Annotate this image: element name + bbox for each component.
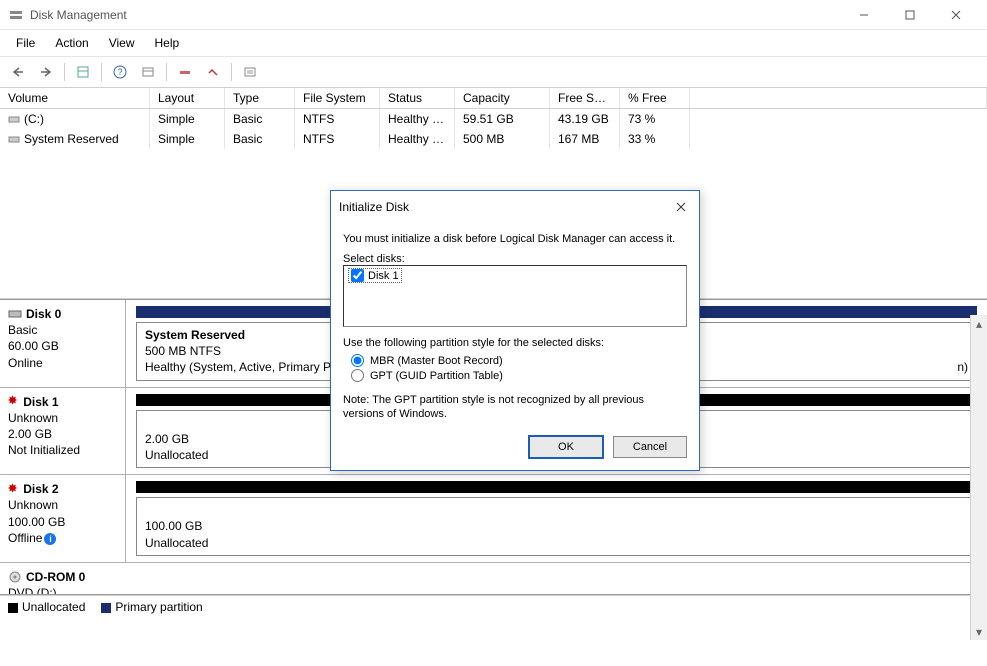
close-button[interactable] [933, 0, 979, 30]
partition-bar-segment[interactable] [136, 481, 977, 493]
menu-view[interactable]: View [101, 32, 143, 54]
col-type[interactable]: Type [225, 88, 295, 108]
back-button[interactable] [6, 61, 30, 83]
menu-file[interactable]: File [8, 32, 43, 54]
help-icon[interactable]: ? [108, 61, 132, 83]
toolbar-icon-4[interactable] [173, 61, 197, 83]
forward-button[interactable] [34, 61, 58, 83]
vertical-scrollbar[interactable]: ▴ ▾ [970, 315, 987, 640]
toolbar: ? [0, 57, 987, 88]
col-layout[interactable]: Layout [150, 88, 225, 108]
dialog-close-button[interactable] [671, 197, 691, 217]
menu-help[interactable]: Help [147, 32, 188, 54]
disk-checkbox[interactable] [351, 269, 364, 282]
volume-row[interactable]: (C:) Simple Basic NTFS Healthy (B... 59.… [0, 109, 987, 129]
app-icon [8, 7, 24, 23]
volume-list-header: Volume Layout Type File System Status Ca… [0, 88, 987, 109]
legend: Unallocated Primary partition [0, 595, 987, 618]
titlebar: Disk Management [0, 0, 987, 30]
warning-icon: ✸ [8, 394, 17, 409]
toolbar-view-icon[interactable] [71, 61, 95, 83]
mbr-radio-row[interactable]: MBR (Master Boot Record) [343, 353, 687, 368]
volume-name: (C:) [24, 112, 44, 126]
disk-select-list[interactable]: Disk 1 [343, 265, 687, 327]
disk-info: ✸Disk 1 Unknown 2.00 GB Not Initialized [0, 388, 126, 475]
col-capacity[interactable]: Capacity [455, 88, 550, 108]
cancel-button[interactable]: Cancel [613, 436, 687, 458]
disk-info: ✸Disk 2 Unknown 100.00 GB Offlinei [0, 475, 126, 562]
scroll-down-icon[interactable]: ▾ [971, 623, 987, 640]
ok-button[interactable]: OK [529, 436, 603, 458]
toolbar-icon-3[interactable] [136, 61, 160, 83]
volume-name: System Reserved [24, 132, 119, 146]
disk-info: Disk 0 Basic 60.00 GB Online [0, 300, 126, 387]
mbr-radio[interactable] [351, 354, 364, 367]
gpt-radio-row[interactable]: GPT (GUID Partition Table) [343, 368, 687, 383]
toolbar-icon-5[interactable] [201, 61, 225, 83]
legend-swatch-primary [101, 603, 111, 613]
disk-checkbox-row[interactable]: Disk 1 [348, 268, 402, 283]
disk-info: CD-ROM 0 DVD (D:) [0, 563, 987, 595]
info-icon[interactable]: i [44, 533, 56, 545]
menu-action[interactable]: Action [47, 32, 96, 54]
volume-row[interactable]: System Reserved Simple Basic NTFS Health… [0, 129, 987, 149]
disk-panel[interactable]: ✸Disk 2 Unknown 100.00 GB Offlinei 100.0… [0, 475, 987, 563]
minimize-button[interactable] [841, 0, 887, 30]
col-free[interactable]: Free Spa... [550, 88, 620, 108]
gpt-radio[interactable] [351, 369, 364, 382]
dialog-message: You must initialize a disk before Logica… [343, 233, 687, 245]
col-status[interactable]: Status [380, 88, 455, 108]
maximize-button[interactable] [887, 0, 933, 30]
dialog-note: Note: The GPT partition style is not rec… [343, 393, 687, 422]
col-filesystem[interactable]: File System [295, 88, 380, 108]
select-disks-label: Select disks: [343, 253, 687, 265]
partition-block[interactable]: 100.00 GB Unallocated [136, 497, 977, 556]
col-pct[interactable]: % Free [620, 88, 690, 108]
menubar: File Action View Help [0, 30, 987, 57]
partition-style-label: Use the following partition style for th… [343, 337, 687, 349]
scroll-up-icon[interactable]: ▴ [971, 315, 987, 332]
toolbar-icon-6[interactable] [238, 61, 262, 83]
dialog-title: Initialize Disk [339, 200, 671, 214]
legend-swatch-unallocated [8, 603, 18, 613]
col-volume[interactable]: Volume [0, 88, 150, 108]
disk-panel[interactable]: CD-ROM 0 DVD (D:) [0, 563, 987, 595]
initialize-disk-dialog: Initialize Disk You must initialize a di… [330, 190, 700, 471]
warning-icon: ✸ [8, 482, 17, 497]
window-title: Disk Management [30, 8, 127, 22]
svg-text:?: ? [117, 67, 122, 77]
